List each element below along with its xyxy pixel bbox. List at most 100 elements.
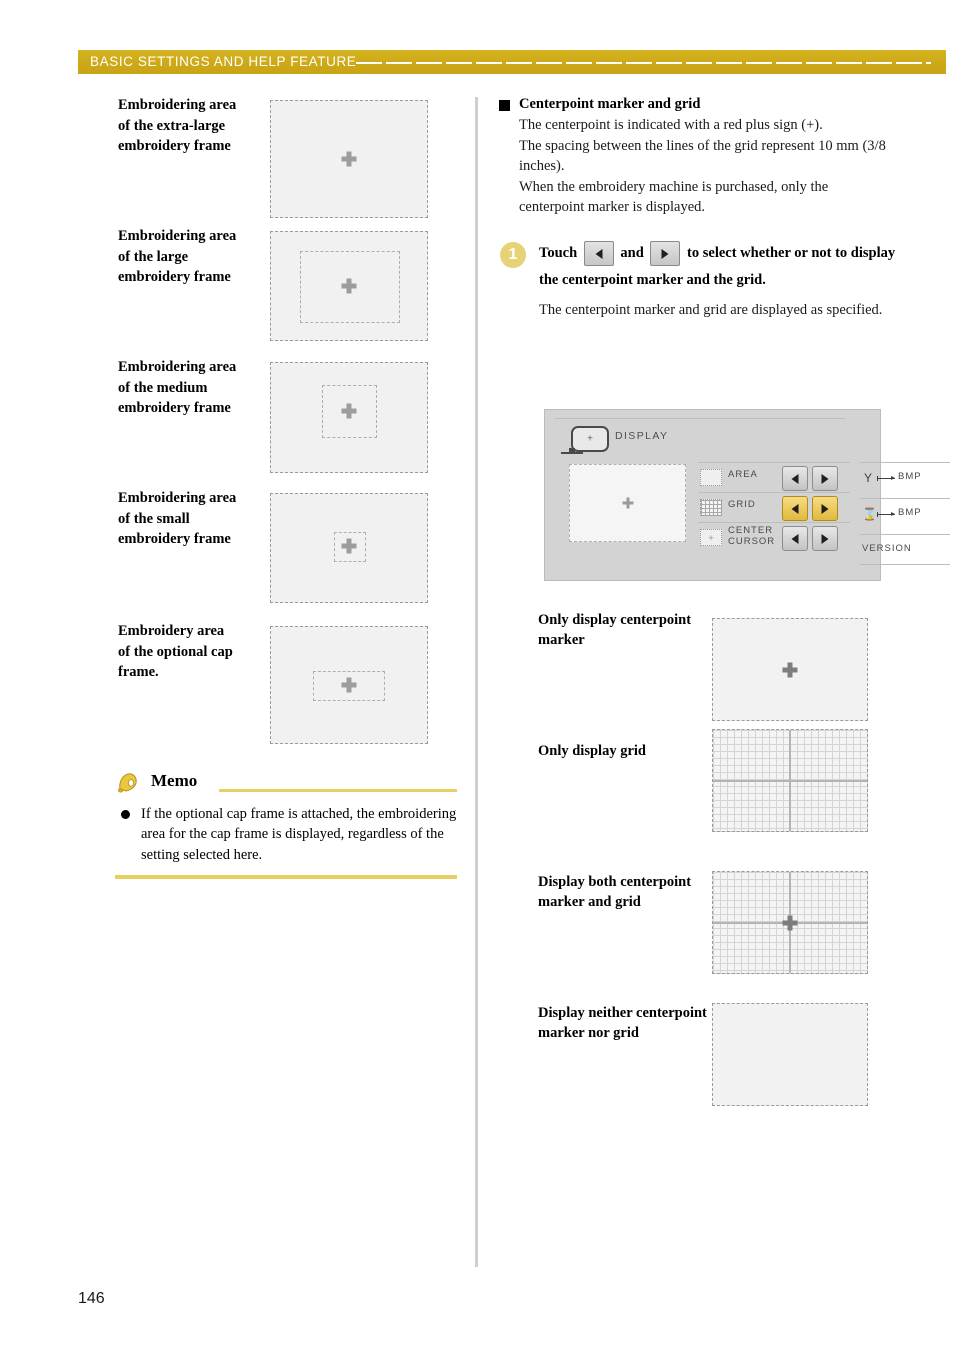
example-label: Display neither centerpoint marker nor g… xyxy=(538,1005,707,1042)
preview-centerpoint-icon xyxy=(622,497,633,509)
panel-side-label: BMP xyxy=(898,507,922,518)
memo-block: Memo If the optional cap frame is attach… xyxy=(115,770,457,880)
range-arrow-bar xyxy=(877,512,878,517)
step-result-text: The centerpoint marker and grid are disp… xyxy=(539,301,883,318)
frame-row-large: Embroidering area of the large embroider… xyxy=(78,226,468,357)
step-block: 1 Touch and to select whether or not to … xyxy=(497,240,897,321)
needle-icon: Y xyxy=(863,471,872,485)
center-cursor-swatch-icon: + xyxy=(700,529,722,546)
header-dash-rule xyxy=(356,61,931,64)
memo-header: Memo xyxy=(115,770,457,798)
memo-rule-top xyxy=(219,789,457,792)
memo-item-text: If the optional cap frame is attached, t… xyxy=(141,806,457,863)
range-arrow-icon xyxy=(877,476,895,481)
arrow-left-icon xyxy=(791,473,799,484)
setting-row-grid: GRID xyxy=(698,492,850,523)
example-label: Only display centerpoint marker xyxy=(538,612,692,649)
arrow-right-icon xyxy=(821,473,829,484)
arrow-right-key-button[interactable] xyxy=(650,241,681,267)
panel-side-item-hourglass-bmp: ⌛ BMP xyxy=(860,498,950,529)
step-text-middle: and xyxy=(620,244,644,261)
centerpoint-plus-icon xyxy=(341,538,357,554)
centerpoint-plus-icon xyxy=(341,151,357,167)
panel-side-bottom-divider xyxy=(860,564,950,566)
example-preview-box xyxy=(712,618,868,721)
frame-row-medium: Embroidering area of the medium embroide… xyxy=(78,357,468,488)
section-paragraph: The spacing between the lines of the gri… xyxy=(519,137,886,175)
section-bullet-square-icon xyxy=(499,100,510,111)
example-row-marker-only: Only display centerpoint marker xyxy=(538,610,938,741)
grid-swatch-icon xyxy=(700,499,722,516)
display-icon-base xyxy=(561,452,583,454)
arrow-left-key-button[interactable] xyxy=(583,241,614,267)
grid-increment-button[interactable] xyxy=(812,496,838,521)
panel-top-divider xyxy=(555,418,845,419)
embroidery-area-box xyxy=(270,362,428,473)
arrow-left-icon xyxy=(595,248,603,259)
frame-label: Embroidering area of the small embroider… xyxy=(118,490,237,548)
memo-title: Memo xyxy=(151,771,198,790)
screen-preview-area xyxy=(569,464,686,542)
example-preview-box xyxy=(712,871,868,974)
memo-body: If the optional cap frame is attached, t… xyxy=(115,804,457,865)
grid-decrement-button[interactable] xyxy=(782,496,808,521)
arrow-right-icon xyxy=(821,503,829,514)
frame-swatch-icon xyxy=(700,469,722,486)
embroidery-area-box xyxy=(270,626,428,744)
centerpoint-plus-icon xyxy=(341,403,357,419)
step-text-before: Touch xyxy=(539,244,578,261)
column-divider xyxy=(475,97,478,1267)
embroidery-area-box xyxy=(270,100,428,218)
section-paragraph: When the embroidery machine is purchased… xyxy=(519,178,829,216)
centerpoint-plus-icon xyxy=(341,278,357,294)
frame-label: Embroidery area of the optional cap fram… xyxy=(118,623,233,681)
panel-side-label: VERSION xyxy=(862,543,912,554)
display-monitor-icon: + xyxy=(571,426,609,452)
setting-row-center-cursor: + CENTER CURSOR xyxy=(698,522,850,553)
arrow-left-icon xyxy=(791,503,799,514)
center-cursor-plus-icon: + xyxy=(708,532,714,543)
centerpoint-plus-icon xyxy=(782,915,798,930)
setting-row-area: AREA xyxy=(698,462,850,493)
example-label: Only display grid xyxy=(538,743,646,759)
range-arrow-bar xyxy=(877,476,878,481)
area-decrement-button[interactable] xyxy=(782,466,808,491)
setting-label: AREA xyxy=(728,469,758,480)
hourglass-icon: ⌛ xyxy=(862,507,877,521)
range-arrow-icon xyxy=(877,512,895,517)
center-cursor-decrement-button[interactable] xyxy=(782,526,808,551)
frame-label: Embroidering area of the extra-large emb… xyxy=(118,97,237,155)
frame-row-small: Embroidering area of the small embroider… xyxy=(78,488,468,621)
area-increment-button[interactable] xyxy=(812,466,838,491)
frame-row-extra-large: Embroidering area of the extra-large emb… xyxy=(78,95,468,226)
page-header-bar: BASIC SETTINGS AND HELP FEATURE xyxy=(78,50,946,74)
display-icon-plus: + xyxy=(587,433,593,445)
panel-side-item-needle-bmp: Y BMP xyxy=(860,462,950,493)
step-number-badge: 1 xyxy=(500,241,526,268)
left-column: Embroidering area of the extra-large emb… xyxy=(78,95,468,752)
centerpoint-plus-icon xyxy=(782,662,798,677)
step-instruction: Touch and to select whether or not to di… xyxy=(539,240,897,294)
section-heading: Centerpoint marker and grid xyxy=(519,96,701,112)
arrow-right-icon xyxy=(821,533,829,544)
setting-label: GRID xyxy=(728,499,756,510)
embroidery-area-box xyxy=(270,493,428,603)
setting-label: CENTER CURSOR xyxy=(728,525,776,547)
memo-rule-bottom xyxy=(115,875,457,880)
example-preview-box xyxy=(712,729,868,832)
panel-side-item-version: VERSION xyxy=(860,534,950,565)
frame-label: Embroidering area of the medium embroide… xyxy=(118,359,237,417)
grid-center-horizontal-line xyxy=(713,779,867,782)
example-label: Display both centerpoint marker and grid xyxy=(538,874,692,911)
example-row-grid-only: Only display grid xyxy=(538,729,938,872)
arrow-right-icon xyxy=(661,248,669,259)
memo-bullet-icon xyxy=(121,810,130,819)
frame-label: Embroidering area of the large embroider… xyxy=(118,228,237,286)
machine-panel-inner: + DISPLAY AREA GRID + CENTER CURSOR Y BM… xyxy=(555,418,950,572)
panel-side-label: BMP xyxy=(898,471,922,482)
example-preview-box xyxy=(712,1003,868,1106)
center-cursor-increment-button[interactable] xyxy=(812,526,838,551)
arrow-left-icon xyxy=(791,533,799,544)
right-column: Centerpoint marker and grid The centerpo… xyxy=(497,95,897,321)
section-heading-row: Centerpoint marker and grid xyxy=(497,95,897,113)
